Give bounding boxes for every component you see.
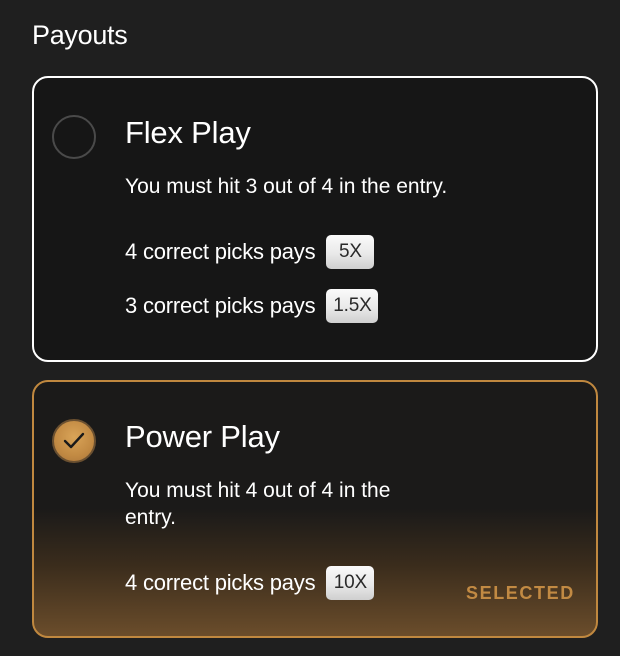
selected-status-label: SELECTED (466, 583, 575, 603)
payout-label: 3 correct picks pays (125, 293, 316, 318)
multiplier-badge: 1.5X (326, 289, 379, 323)
flex-payout-row: 3 correct picks pays 1.5X (125, 288, 379, 324)
checkmark-icon (63, 432, 85, 449)
power-play-radio[interactable] (52, 419, 96, 463)
payout-label: 4 correct picks pays (125, 570, 316, 595)
power-play-description: You must hit 4 out of 4 in the entry. (125, 479, 391, 529)
flex-play-radio[interactable] (52, 115, 96, 159)
power-play-option[interactable]: Power Play You must hit 4 out of 4 in th… (32, 380, 598, 638)
power-payout-row: 4 correct picks pays 10X (125, 565, 375, 601)
payouts-heading: Payouts (32, 20, 128, 50)
multiplier-badge: 5X (326, 235, 375, 269)
flex-payout-row: 4 correct picks pays 5X (125, 234, 375, 270)
payout-label: 4 correct picks pays (125, 239, 316, 264)
flex-play-title: Flex Play (125, 115, 251, 150)
flex-play-option[interactable]: Flex Play You must hit 3 out of 4 in the… (32, 76, 598, 362)
power-play-title: Power Play (125, 419, 280, 454)
multiplier-badge: 10X (326, 566, 375, 600)
flex-play-description: You must hit 3 out of 4 in the entry. (125, 175, 448, 198)
